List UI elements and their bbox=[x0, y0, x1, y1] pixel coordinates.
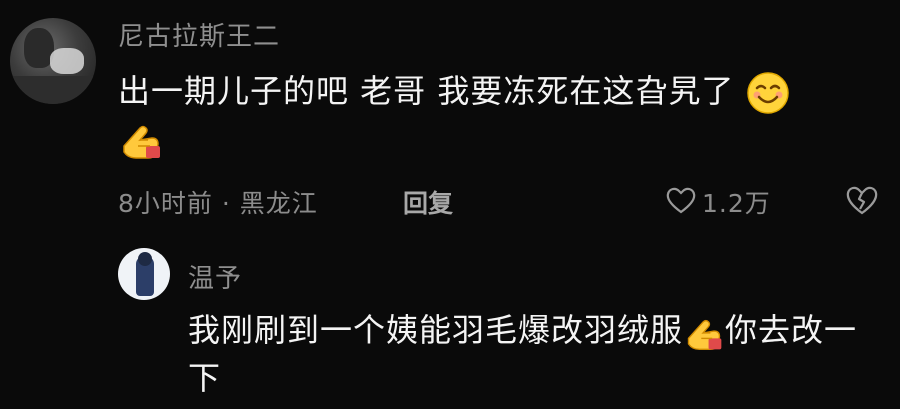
timestamp-location: 8小时前 · 黑龙江 bbox=[118, 189, 318, 218]
comment-body: 出一期儿子的吧 老哥 我要冻死在这旮旯了 bbox=[118, 68, 858, 115]
reply-button[interactable]: 回复 bbox=[403, 184, 453, 220]
avatar[interactable] bbox=[10, 18, 96, 104]
like-count: 1.2万 bbox=[702, 189, 771, 218]
heart-icon bbox=[666, 187, 696, 214]
reply-text-part1: 我刚刷到一个姨能羽毛爆改羽绒服 bbox=[188, 311, 684, 349]
comment-text: 出一期儿子的吧 老哥 我要冻死在这旮旯了 bbox=[118, 72, 735, 110]
reply-username[interactable]: 温予 bbox=[188, 258, 242, 295]
broken-heart-icon[interactable] bbox=[846, 185, 878, 215]
comment-meta: 8小时前 · 黑龙江 回复 1.2万 bbox=[118, 180, 888, 220]
pointing-hand-emoji-icon bbox=[118, 116, 164, 166]
reply-avatar[interactable] bbox=[118, 248, 170, 300]
comment-thread: 尼古拉斯王二 出一期儿子的吧 老哥 我要冻死在这旮旯了 8小时前 · 黑龙江 回… bbox=[0, 0, 900, 409]
reply-body: 我刚刷到一个姨能羽毛爆改羽绒服 你去改一下 bbox=[188, 306, 868, 402]
comment-username[interactable]: 尼古拉斯王二 bbox=[118, 16, 280, 53]
pointing-hand-emoji-icon bbox=[683, 311, 725, 353]
smile-emoji-icon bbox=[746, 71, 790, 115]
